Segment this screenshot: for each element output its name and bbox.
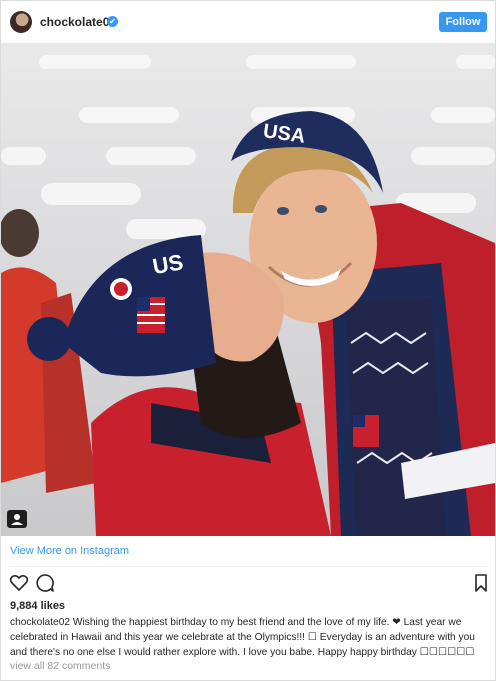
action-bar [1, 573, 495, 595]
view-all-comments-link[interactable]: view all 82 comments [10, 660, 110, 672]
instagram-embed: chockolate02 ✔ Follow USA US View More o… [0, 0, 496, 681]
comment-icon[interactable] [35, 573, 55, 593]
user-tag-icon[interactable] [7, 510, 27, 528]
heart-icon[interactable] [9, 573, 29, 593]
caption-username[interactable]: chockolate02 [10, 617, 70, 628]
view-more-link[interactable]: View More on Instagram [10, 545, 129, 557]
follow-button[interactable]: Follow [439, 12, 487, 32]
svg-text:US: US [151, 249, 185, 279]
profile-username[interactable]: chockolate02 [40, 15, 116, 29]
avatar[interactable] [10, 11, 32, 33]
caption-text: Wishing the happiest birthday to my best… [10, 617, 475, 658]
verified-badge-icon: ✔ [107, 16, 118, 27]
post-photo[interactable]: USA US [1, 43, 495, 536]
photo-illustration: USA US [1, 55, 495, 536]
bookmark-icon[interactable] [471, 573, 491, 593]
caption: chockolate02 Wishing the happiest birthd… [10, 615, 488, 660]
like-count[interactable]: 9,884 likes [10, 600, 65, 612]
post-header: chockolate02 ✔ Follow [1, 1, 495, 43]
divider [10, 566, 486, 567]
